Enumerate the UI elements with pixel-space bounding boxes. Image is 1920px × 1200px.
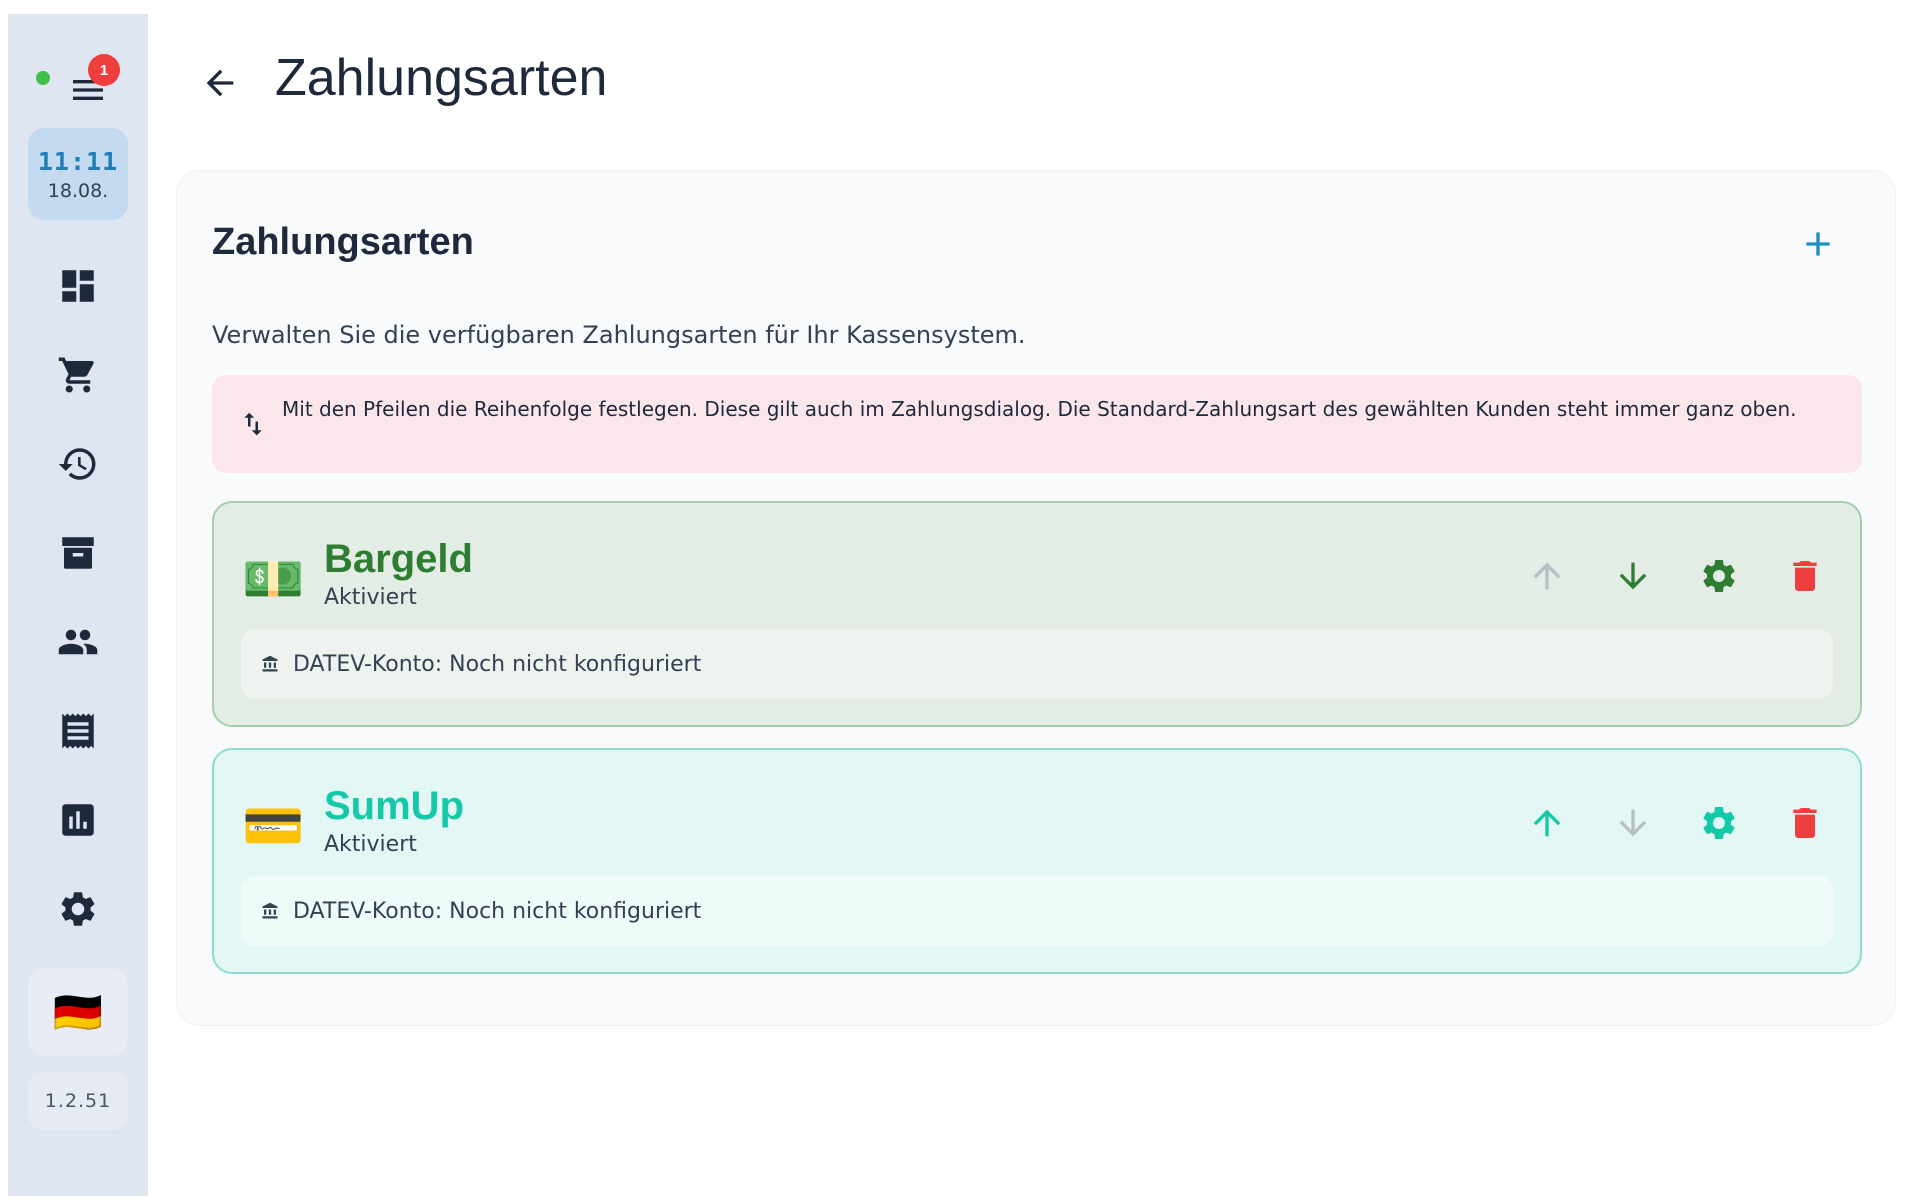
clock-widget[interactable]: 11:11 18.08. <box>28 128 128 220</box>
clock-time: 11:11 <box>37 146 119 176</box>
dashboard-icon <box>62 270 94 302</box>
nav-reports[interactable] <box>50 792 106 848</box>
cart-icon <box>58 357 94 393</box>
chart-icon <box>62 804 94 836</box>
history-icon <box>58 448 96 480</box>
arrow-up-icon <box>1533 562 1561 590</box>
nav-customers[interactable] <box>50 614 106 670</box>
datev-account-text: DATEV-Konto: Noch nicht konfiguriert <box>293 651 702 677</box>
arrow-left-icon <box>206 69 234 97</box>
panel-description: Verwalten Sie die verfügbaren Zahlungsar… <box>212 321 1026 349</box>
reorder-hint-text: Mit den Pfeilen die Reihenfolge festlege… <box>282 397 1797 421</box>
payment-method-name: Bargeld <box>324 537 473 581</box>
reorder-hint: Mit den Pfeilen die Reihenfolge festlege… <box>212 375 1862 473</box>
move-down-button[interactable] <box>1610 800 1656 846</box>
payment-method-status: Aktiviert <box>324 832 417 857</box>
nav-dashboard[interactable] <box>50 258 106 314</box>
app-version: 1.2.51 <box>28 1072 128 1130</box>
gear-icon <box>1703 807 1735 839</box>
nav-archive[interactable] <box>50 525 106 581</box>
move-down-button[interactable] <box>1610 553 1656 599</box>
swap-vertical-icon <box>244 412 262 436</box>
move-up-button[interactable] <box>1524 800 1570 846</box>
delete-button[interactable] <box>1782 553 1828 599</box>
receipt-icon <box>62 713 94 749</box>
connection-status-dot <box>36 71 50 85</box>
panel-title: Zahlungsarten <box>212 221 474 263</box>
nav-cart[interactable] <box>50 347 106 403</box>
bank-icon <box>262 655 278 672</box>
nav-settings[interactable] <box>50 881 106 937</box>
add-payment-method-button[interactable] <box>1795 221 1841 267</box>
page-title: Zahlungsarten <box>275 49 608 107</box>
settings-icon <box>61 892 95 926</box>
payment-method-status: Aktiviert <box>324 585 417 610</box>
settings-button[interactable] <box>1696 800 1742 846</box>
payment-methods-panel: Zahlungsarten Verwalten Sie die verfügba… <box>176 170 1896 1026</box>
language-button[interactable]: 🇩🇪 <box>28 968 128 1056</box>
people-icon <box>58 629 98 655</box>
back-button[interactable] <box>195 58 245 108</box>
credit-card-icon: 💳 <box>242 797 305 855</box>
trash-icon <box>1793 808 1817 838</box>
datev-account-text: DATEV-Konto: Noch nicht konfiguriert <box>293 898 702 924</box>
cash-icon: 💵 <box>242 550 305 608</box>
arrow-down-icon <box>1619 562 1647 590</box>
datev-account-info: DATEV-Konto: Noch nicht konfiguriert <box>241 629 1833 699</box>
datev-account-info: DATEV-Konto: Noch nicht konfiguriert <box>241 876 1833 946</box>
trash-icon <box>1793 561 1817 591</box>
gear-icon <box>1703 560 1735 592</box>
nav-history[interactable] <box>50 436 106 492</box>
settings-button[interactable] <box>1696 553 1742 599</box>
payment-method-name: SumUp <box>324 784 464 828</box>
arrow-down-icon <box>1619 809 1647 837</box>
archive-icon <box>62 537 94 569</box>
move-up-button[interactable] <box>1524 553 1570 599</box>
bank-icon <box>262 902 278 919</box>
german-flag-icon: 🇩🇪 <box>53 989 103 1036</box>
delete-button[interactable] <box>1782 800 1828 846</box>
arrow-up-icon <box>1533 809 1561 837</box>
plus-icon <box>1806 232 1830 256</box>
payment-method-card-sumup: 💳 SumUp Aktiviert DATEV-Konto: Noch nich… <box>212 748 1862 974</box>
notification-badge: 1 <box>88 54 120 86</box>
payment-method-card-bargeld: 💵 Bargeld Aktiviert DATEV-Konto: Noch ni… <box>212 501 1862 727</box>
clock-date: 18.08. <box>47 179 109 202</box>
nav-receipts[interactable] <box>50 703 106 759</box>
sidebar: 1 11:11 18.08. 🇩🇪 1.2.51 <box>8 14 148 1196</box>
